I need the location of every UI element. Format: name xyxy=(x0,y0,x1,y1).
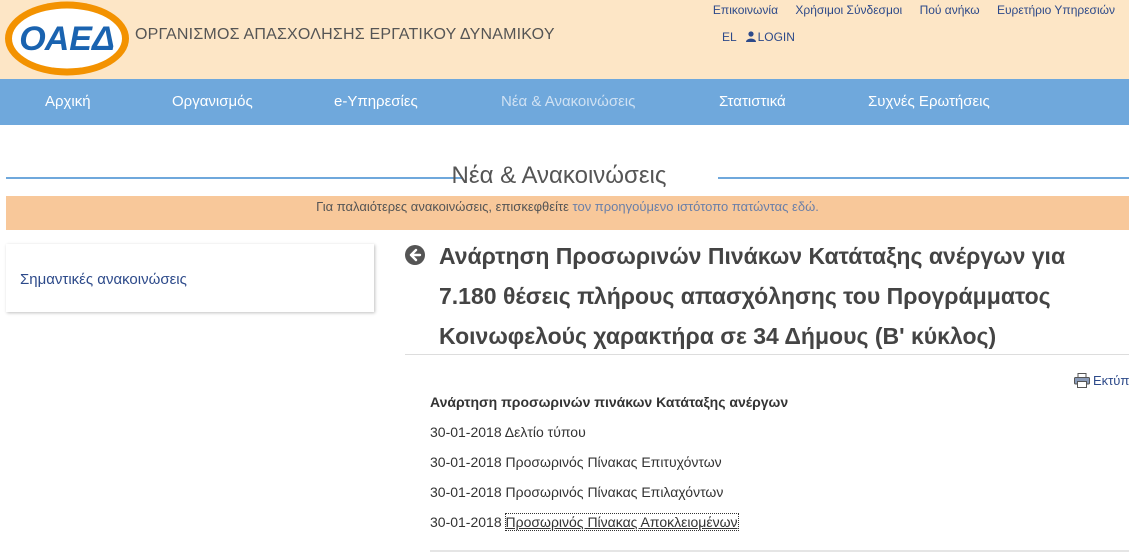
item-link-excluded[interactable]: Προσωρινός Πίνακας Αποκλειομένων xyxy=(504,513,739,531)
top-link-contact[interactable]: Επικοινωνία xyxy=(713,3,778,17)
nav-item-home[interactable]: Αρχική xyxy=(45,93,91,110)
nav-item-organization[interactable]: Οργανισμός xyxy=(172,93,253,110)
banner-text: Για παλαιότερες ανακοινώσεις, επισκεφθεί… xyxy=(316,199,573,214)
list-item: 30-01-2018 Προσωρινός Πίνακας Επιλαχόντω… xyxy=(430,484,723,500)
list-item: 30-01-2018 Δελτίο τύπου xyxy=(430,424,586,440)
list-heading: Ανάρτηση προσωρινών πινάκων Κατάταξης αν… xyxy=(430,394,789,410)
nav-item-e-services[interactable]: e-Υπηρεσίες xyxy=(334,93,418,110)
item-link-runners-up[interactable]: Προσωρινός Πίνακας Επιλαχόντων xyxy=(506,484,724,500)
top-link-where-i-belong[interactable]: Πού ανήκω xyxy=(920,3,980,17)
section-divider-right xyxy=(718,177,1129,179)
printer-icon xyxy=(1074,373,1090,388)
site-header: ΟΑΕΔ ΟΡΓΑΝΙΣΜΟΣ ΑΠΑΣΧΟΛΗΣΗΣ ΕΡΓΑΤΙΚΟΥ ΔΥ… xyxy=(0,0,1129,79)
title-divider xyxy=(405,354,1129,355)
item-date: 30-01-2018 xyxy=(430,424,502,440)
nav-item-faq[interactable]: Συχνές Ερωτήσεις xyxy=(868,93,990,110)
user-icon xyxy=(745,31,756,42)
item-date: 30-01-2018 xyxy=(430,454,502,470)
back-arrow-icon[interactable] xyxy=(405,245,425,265)
print-button[interactable]: Εκτύπωση xyxy=(1074,373,1129,388)
print-label: Εκτύπωση xyxy=(1093,373,1129,388)
logo-text: ΟΑΕΔ xyxy=(19,20,115,58)
nav-item-statistics[interactable]: Στατιστικά xyxy=(719,93,786,110)
login-link[interactable]: LOGIN xyxy=(745,30,795,44)
sidebar: Σημαντικές ανακοινώσεις xyxy=(6,244,374,312)
list-item: 30-01-2018 Προσωρινός Πίνακας Επιτυχόντω… xyxy=(430,454,722,470)
oaed-logo[interactable]: ΟΑΕΔ xyxy=(4,0,131,77)
section-title: Νέα & Ανακοινώσεις xyxy=(451,162,667,189)
item-link-successful-candidates[interactable]: Προσωρινός Πίνακας Επιτυχόντων xyxy=(506,454,722,470)
lang-login-bar: EL LOGIN xyxy=(722,30,795,44)
org-name: ΟΡΓΑΝΙΣΜΟΣ ΑΠΑΣΧΟΛΗΣΗΣ ΕΡΓΑΤΙΚΟΥ ΔΥΝΑΜΙΚ… xyxy=(135,26,555,43)
language-switch[interactable]: EL xyxy=(722,30,736,44)
item-date: 30-01-2018 xyxy=(430,484,502,500)
content-bottom-divider xyxy=(430,550,1129,552)
sidebar-item-important-announcements[interactable]: Σημαντικές ανακοινώσεις xyxy=(20,271,187,288)
top-link-useful-links[interactable]: Χρήσιμοι Σύνδεσμοι xyxy=(795,3,902,17)
main-nav: Αρχική Οργανισμός e-Υπηρεσίες Νέα & Ανακ… xyxy=(0,79,1129,125)
item-link-press-release[interactable]: Δελτίο τύπου xyxy=(505,424,586,440)
nav-item-news[interactable]: Νέα & Ανακοινώσεις xyxy=(501,93,635,110)
top-link-services-index[interactable]: Ευρετήριο Υπηρεσιών xyxy=(997,3,1115,17)
top-links: Επικοινωνία Χρήσιμοι Σύνδεσμοι Πού ανήκω… xyxy=(699,3,1115,17)
old-announcements-banner: Για παλαιότερες ανακοινώσεις, επισκεφθεί… xyxy=(6,196,1129,230)
section-divider-left xyxy=(6,177,462,179)
old-site-link[interactable]: τον προηγούμενο ιστότοπο πατώντας εδώ. xyxy=(573,199,819,214)
login-label: LOGIN xyxy=(757,30,795,44)
list-item: 30-01-2018 Προσωρινός Πίνακας Αποκλειομέ… xyxy=(430,513,739,531)
article-title: Ανάρτηση Προσωρινών Πινάκων Κατάταξης αν… xyxy=(439,243,1066,349)
item-date: 30-01-2018 xyxy=(430,514,502,530)
